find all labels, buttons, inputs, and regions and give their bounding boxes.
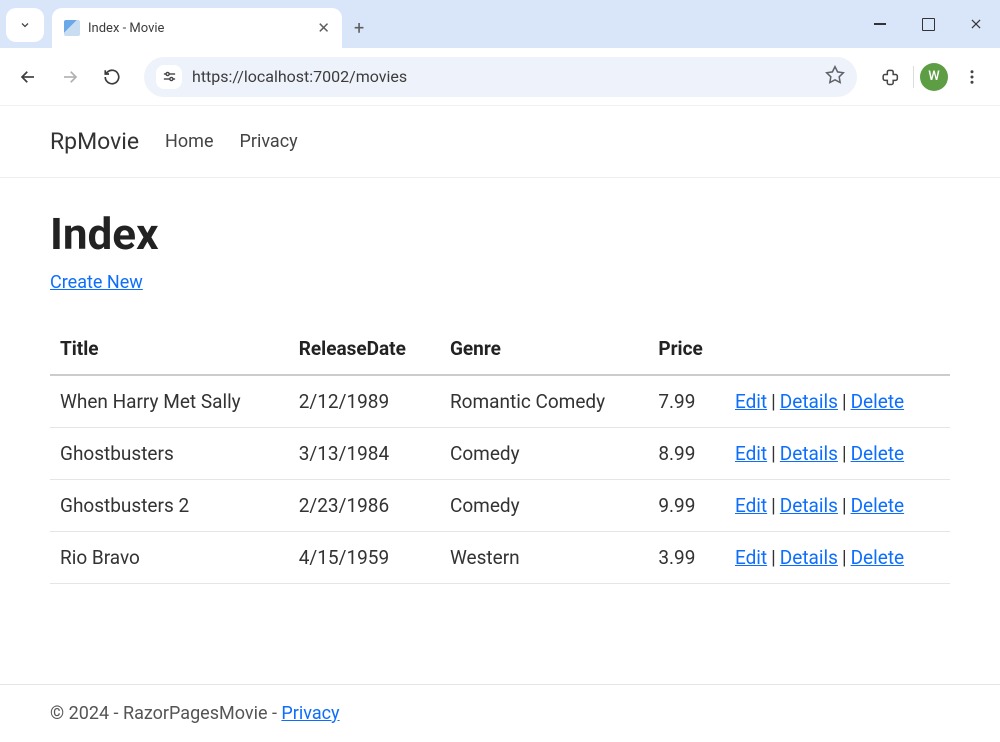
table-row: Rio Bravo4/15/1959Western3.99Edit|Detail… xyxy=(50,532,950,584)
separator: | xyxy=(838,442,851,465)
toolbar-divider xyxy=(913,66,914,88)
site-settings-icon[interactable] xyxy=(156,65,182,89)
th-title: Title xyxy=(50,323,289,375)
delete-link[interactable]: Delete xyxy=(851,390,905,413)
edit-link[interactable]: Edit xyxy=(735,494,767,517)
cell-genre: Romantic Comedy xyxy=(440,375,648,428)
cell-date: 3/13/1984 xyxy=(289,428,440,480)
extensions-icon[interactable] xyxy=(871,59,907,95)
cell-price: 7.99 xyxy=(648,375,725,428)
th-actions xyxy=(725,323,950,375)
tab-title: Index - Movie xyxy=(88,21,309,36)
browser-tab-strip: Index - Movie ✕ + xyxy=(0,0,1000,48)
bookmark-icon[interactable] xyxy=(825,65,845,89)
back-button[interactable] xyxy=(10,59,46,95)
page-title: Index xyxy=(50,208,950,260)
table-row: Ghostbusters3/13/1984Comedy8.99Edit|Deta… xyxy=(50,428,950,480)
separator: | xyxy=(838,494,851,517)
cell-actions: Edit|Details|Delete xyxy=(725,480,950,532)
edit-link[interactable]: Edit xyxy=(735,442,767,465)
table-header-row: Title ReleaseDate Genre Price xyxy=(50,323,950,375)
delete-link[interactable]: Delete xyxy=(851,494,905,517)
nav-link-home[interactable]: Home xyxy=(165,131,213,152)
edit-link[interactable]: Edit xyxy=(735,546,767,569)
reload-button[interactable] xyxy=(94,59,130,95)
main-content: Index Create New Title ReleaseDate Genre… xyxy=(0,178,1000,684)
brand-link[interactable]: RpMovie xyxy=(50,128,139,155)
browser-menu-button[interactable] xyxy=(954,59,990,95)
cell-date: 2/23/1986 xyxy=(289,480,440,532)
cell-actions: Edit|Details|Delete xyxy=(725,375,950,428)
cell-price: 3.99 xyxy=(648,532,725,584)
details-link[interactable]: Details xyxy=(780,390,838,413)
details-link[interactable]: Details xyxy=(780,442,838,465)
tab-favicon-icon xyxy=(64,20,80,36)
separator: | xyxy=(767,546,780,569)
cell-title: Ghostbusters xyxy=(50,428,289,480)
nav-link-privacy[interactable]: Privacy xyxy=(239,131,297,152)
cell-genre: Western xyxy=(440,532,648,584)
delete-link[interactable]: Delete xyxy=(851,442,905,465)
cell-actions: Edit|Details|Delete xyxy=(725,428,950,480)
footer-privacy-link[interactable]: Privacy xyxy=(281,703,339,724)
browser-tab[interactable]: Index - Movie ✕ xyxy=(52,8,342,48)
separator: | xyxy=(838,546,851,569)
cell-title: When Harry Met Sally xyxy=(50,375,289,428)
th-price: Price xyxy=(648,323,725,375)
delete-link[interactable]: Delete xyxy=(851,546,905,569)
th-genre: Genre xyxy=(440,323,648,375)
edit-link[interactable]: Edit xyxy=(735,390,767,413)
new-tab-button[interactable]: + xyxy=(354,8,364,48)
maximize-button[interactable] xyxy=(904,0,952,48)
cell-price: 8.99 xyxy=(648,428,725,480)
separator: | xyxy=(767,442,780,465)
cell-genre: Comedy xyxy=(440,480,648,532)
details-link[interactable]: Details xyxy=(780,546,838,569)
table-row: When Harry Met Sally2/12/1989Romantic Co… xyxy=(50,375,950,428)
close-window-button[interactable] xyxy=(952,0,1000,48)
app-navbar: RpMovie Home Privacy xyxy=(0,106,1000,178)
separator: | xyxy=(767,494,780,517)
movies-table: Title ReleaseDate Genre Price When Harry… xyxy=(50,323,950,584)
minimize-button[interactable] xyxy=(856,0,904,48)
footer: © 2024 - RazorPagesMovie - Privacy xyxy=(0,684,1000,742)
cell-date: 4/15/1959 xyxy=(289,532,440,584)
close-tab-button[interactable]: ✕ xyxy=(317,19,330,37)
th-releasedate: ReleaseDate xyxy=(289,323,440,375)
app-body: RpMovie Home Privacy Index Create New Ti… xyxy=(0,106,1000,742)
forward-button[interactable] xyxy=(52,59,88,95)
details-link[interactable]: Details xyxy=(780,494,838,517)
table-row: Ghostbusters 22/23/1986Comedy9.99Edit|De… xyxy=(50,480,950,532)
window-controls xyxy=(856,0,1000,48)
create-new-link[interactable]: Create New xyxy=(50,272,143,293)
cell-date: 2/12/1989 xyxy=(289,375,440,428)
cell-actions: Edit|Details|Delete xyxy=(725,532,950,584)
footer-text: © 2024 - RazorPagesMovie - xyxy=(50,703,281,724)
address-bar[interactable]: https://localhost:7002/movies xyxy=(144,57,857,97)
cell-price: 9.99 xyxy=(648,480,725,532)
tab-search-button[interactable] xyxy=(6,8,44,42)
cell-genre: Comedy xyxy=(440,428,648,480)
cell-title: Rio Bravo xyxy=(50,532,289,584)
browser-toolbar: https://localhost:7002/movies W xyxy=(0,48,1000,106)
cell-title: Ghostbusters 2 xyxy=(50,480,289,532)
url-text: https://localhost:7002/movies xyxy=(192,67,815,86)
separator: | xyxy=(838,390,851,413)
separator: | xyxy=(767,390,780,413)
profile-avatar[interactable]: W xyxy=(920,63,948,91)
